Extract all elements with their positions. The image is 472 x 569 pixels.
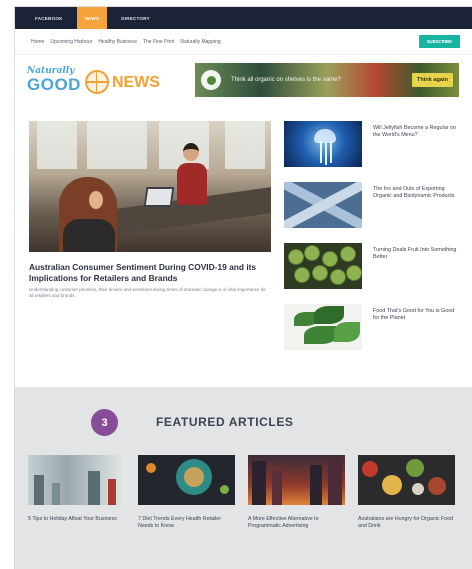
lead-article-description: Understanding customer priorities, their… xyxy=(29,287,266,298)
menu-link-mapping[interactable]: Naturally Mapping xyxy=(180,39,220,45)
card-thumbnail[interactable] xyxy=(248,455,345,505)
featured-card[interactable]: Australians are Hungry for Organic Food … xyxy=(358,455,455,530)
featured-articles-section: 3 FEATURED ARTICLES 5 Tips to Holiday Af… xyxy=(15,387,472,569)
featured-card[interactable]: 5 Tips to Holiday Afloat Your Business xyxy=(28,455,125,530)
browser-page: FACEBOOK NEWS DIRECTORY Home Upcoming Ha… xyxy=(14,6,472,569)
featured-heading: FEATURED ARTICLES xyxy=(156,415,294,429)
lead-article[interactable]: Australian Consumer Sentiment During COV… xyxy=(29,121,271,365)
side-article-title[interactable]: Will Jellyfish Become a Regular on the W… xyxy=(373,125,459,167)
crossing-thumbnail[interactable] xyxy=(284,182,362,228)
jellyfish-thumbnail[interactable] xyxy=(284,121,362,167)
lead-article-image[interactable] xyxy=(29,121,271,252)
side-article[interactable]: Will Jellyfish Become a Regular on the W… xyxy=(284,121,459,167)
card-thumbnail[interactable] xyxy=(138,455,235,505)
site-logo[interactable]: Naturally GOOD NEWS xyxy=(27,66,177,94)
ad-text: Think all organic on shelves is the same… xyxy=(231,77,341,83)
menu-link-fine-print[interactable]: The Fine Print xyxy=(143,39,174,45)
ad-brand-icon xyxy=(201,70,221,90)
sprouts-thumbnail[interactable] xyxy=(284,243,362,289)
side-article-title[interactable]: Turning Deals Fruit Into Something Bette… xyxy=(373,247,459,289)
step-badge: 3 xyxy=(91,409,118,436)
side-article-list: Will Jellyfish Become a Regular on the W… xyxy=(284,121,459,365)
logo-good: GOOD xyxy=(27,75,81,94)
side-article[interactable]: Food That's Good for You is Good for the… xyxy=(284,304,459,350)
window-shape xyxy=(87,121,147,169)
top-navigation: FACEBOOK NEWS DIRECTORY xyxy=(15,7,472,29)
card-title[interactable]: Australians are Hungry for Organic Food … xyxy=(358,516,455,530)
featured-cards: 5 Tips to Holiday Afloat Your Business 7… xyxy=(28,455,455,530)
tab-facebook[interactable]: FACEBOOK xyxy=(27,7,71,29)
tab-directory[interactable]: DIRECTORY xyxy=(113,7,158,29)
logo-news: NEWS xyxy=(111,73,160,91)
ad-banner[interactable]: Think all organic on shelves is the same… xyxy=(195,63,459,97)
shopkeeper-figure xyxy=(177,143,207,207)
card-title[interactable]: 5 Tips to Holiday Afloat Your Business xyxy=(28,516,125,523)
ad-cta-button[interactable]: Think again xyxy=(411,73,453,87)
laptop-shape xyxy=(143,187,175,207)
window-shape xyxy=(37,121,77,169)
secondary-menu-links: Home Upcoming Harbour Healthy Business T… xyxy=(31,39,419,45)
featured-card[interactable]: 7 Diet Trends Every Health Retailer Need… xyxy=(138,455,235,530)
main-content: Australian Consumer Sentiment During COV… xyxy=(15,105,472,365)
subscribe-button[interactable]: SUBSCRIBE xyxy=(418,35,460,48)
featured-card[interactable]: A More Effective Alternative to Programm… xyxy=(248,455,345,530)
side-article-title[interactable]: The Ins and Outs of Exporting Organic an… xyxy=(373,186,459,228)
card-thumbnail[interactable] xyxy=(358,455,455,505)
lead-article-title[interactable]: Australian Consumer Sentiment During COV… xyxy=(29,262,271,283)
site-header: Naturally GOOD NEWS Think all organic on… xyxy=(15,55,472,105)
card-title[interactable]: 7 Diet Trends Every Health Retailer Need… xyxy=(138,516,235,530)
leaves-thumbnail[interactable] xyxy=(284,304,362,350)
featured-header: 3 FEATURED ARTICLES xyxy=(15,407,472,437)
customer-figure xyxy=(59,177,117,252)
menu-link-upcoming[interactable]: Upcoming Harbour xyxy=(50,39,92,45)
side-article-title[interactable]: Food That's Good for You is Good for the… xyxy=(373,308,459,350)
logo-wordmark: Naturally GOOD xyxy=(27,67,81,94)
secondary-menu: Home Upcoming Harbour Healthy Business T… xyxy=(15,29,472,55)
side-article[interactable]: The Ins and Outs of Exporting Organic an… xyxy=(284,182,459,228)
menu-link-healthy-business[interactable]: Healthy Business xyxy=(98,39,137,45)
tab-news[interactable]: NEWS xyxy=(76,7,108,29)
card-title[interactable]: A More Effective Alternative to Programm… xyxy=(248,516,345,530)
menu-link-home[interactable]: Home xyxy=(31,39,44,45)
globe-icon xyxy=(84,70,109,94)
card-thumbnail[interactable] xyxy=(28,455,125,505)
side-article[interactable]: Turning Deals Fruit Into Something Bette… xyxy=(284,243,459,289)
window-shape xyxy=(225,121,265,169)
